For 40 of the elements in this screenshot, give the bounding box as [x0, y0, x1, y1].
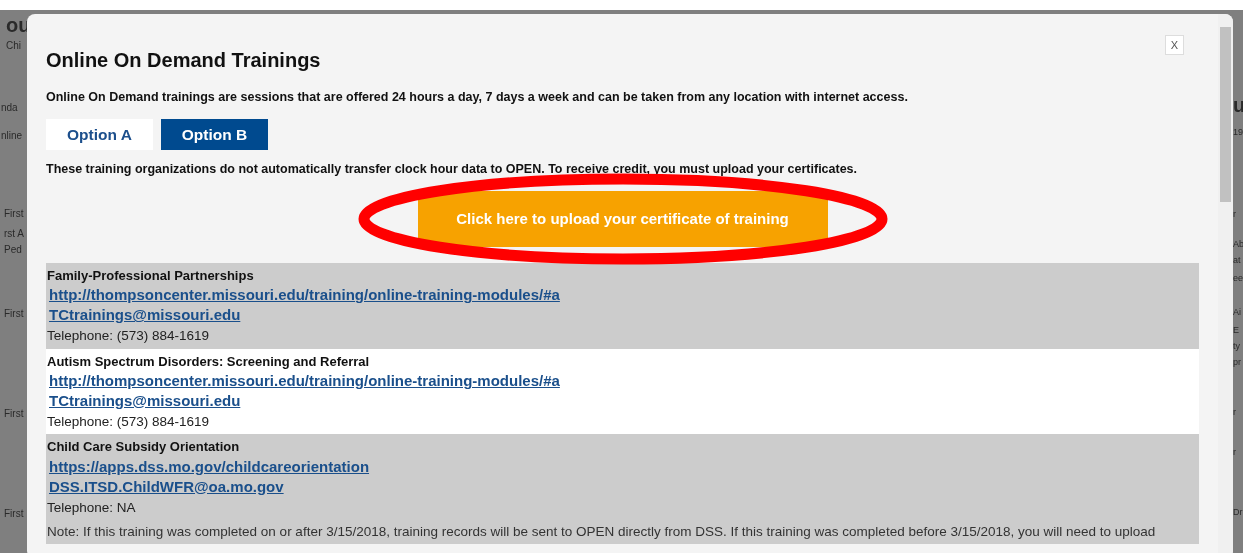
- background-text: First: [4, 307, 24, 321]
- email-link[interactable]: DSS.ITSD.ChildWFR@oa.mo.gov: [49, 476, 284, 497]
- email-link[interactable]: TCtrainings@missouri.edu: [49, 391, 241, 411]
- background-text: Chi: [6, 39, 21, 53]
- email-link[interactable]: TCtrainings@missouri.edu: [49, 305, 241, 326]
- url-link[interactable]: http://thompsoncenter.missouri.edu/training/online-training-modules/#a: [49, 285, 560, 306]
- background-text: First: [4, 407, 24, 421]
- scrollbar[interactable]: [1218, 14, 1233, 553]
- tab[interactable]: Option B: [161, 118, 268, 150]
- training-title: Child Care Subsidy Orientation: [47, 438, 241, 457]
- background-text: r: [1233, 208, 1236, 221]
- description-text: Online On Demand trainings are sessions that are offered 24 hours a day, 7 days a week and can be taken from any location with internet access.: [46, 89, 909, 106]
- background-text: Ab: [1233, 238, 1243, 251]
- telephone-text: Telephone: (573) 884-1619: [47, 413, 211, 431]
- background-text: rst A: [4, 227, 24, 241]
- background-text: at: [1233, 254, 1241, 267]
- background-text: nda: [1, 101, 18, 115]
- telephone-text: Telephone: NA: [47, 498, 137, 517]
- background-text: First: [4, 507, 24, 521]
- close-button[interactable]: X: [1165, 35, 1184, 55]
- modal-title: Online On Demand Trainings: [46, 48, 322, 72]
- tab[interactable]: Option A: [46, 118, 153, 150]
- note-text: Note: If this training was completed on or after 3/15/2018, training records will be sent to OPEN directly from DSS. If this training was completed before 3/15/2018, you will need to upload: [47, 523, 1157, 541]
- background-text: Ped: [4, 243, 22, 257]
- background-text: pr: [1233, 356, 1241, 369]
- background-text: ty: [1233, 340, 1240, 353]
- telephone-text: Telephone: (573) 884-1619: [47, 327, 211, 346]
- background-text: First: [4, 207, 24, 221]
- background-text: Dr: [1233, 506, 1243, 519]
- training-title: Autism Spectrum Disorders: Screening and Referral: [47, 352, 371, 371]
- url-link[interactable]: https://apps.dss.mo.gov/childcareorientation: [49, 456, 370, 477]
- background-text: E: [1233, 324, 1239, 337]
- background-text: r: [1233, 406, 1236, 419]
- background-text: ee: [1233, 272, 1243, 285]
- background-text: 19: [1233, 126, 1243, 139]
- training-title: Family-Professional Partnerships: [47, 266, 255, 285]
- background-text: Ai: [1233, 306, 1241, 319]
- background-text: nline: [1, 129, 23, 143]
- background-text: r: [1233, 446, 1236, 459]
- url-link[interactable]: http://thompsoncenter.missouri.edu/training/online-training-modules/#a: [49, 371, 560, 391]
